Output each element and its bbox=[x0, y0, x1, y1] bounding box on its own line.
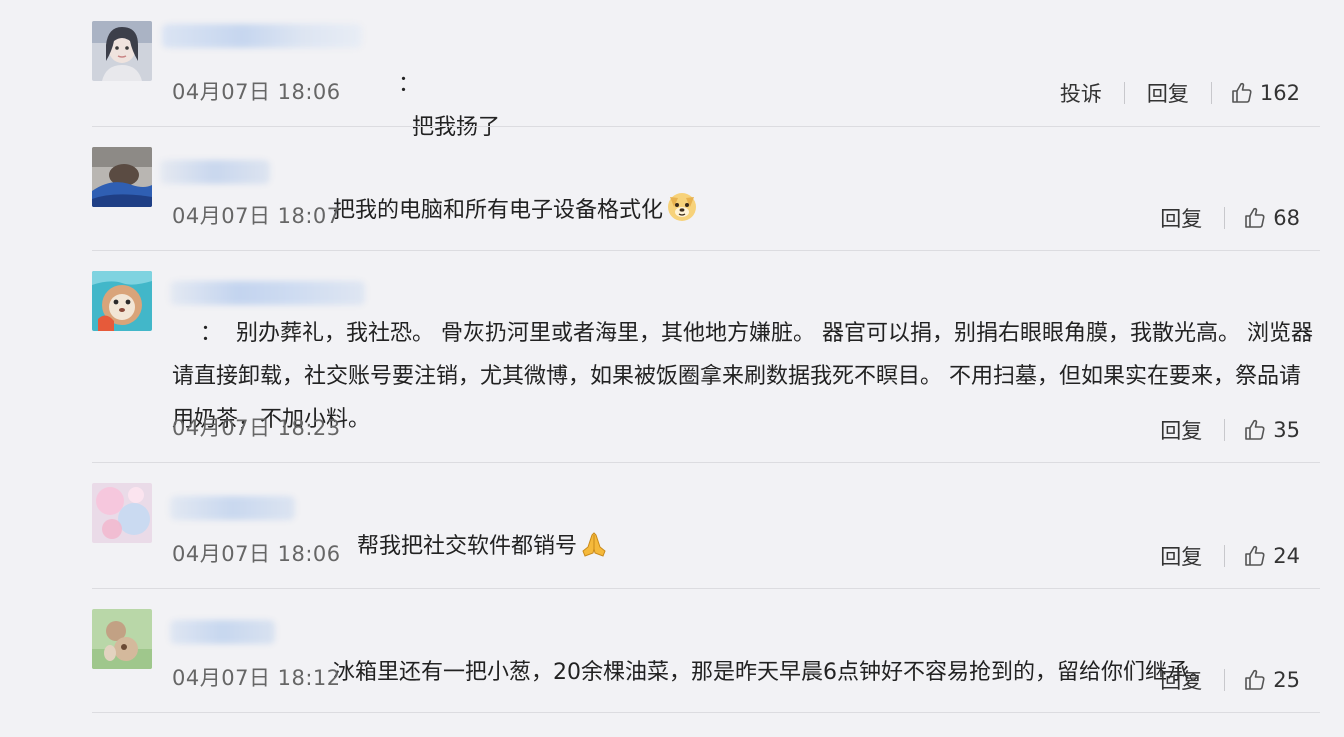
username-redacted bbox=[170, 620, 275, 644]
comment-time: 04月07日 18:07 bbox=[172, 204, 341, 228]
divider bbox=[92, 250, 1320, 251]
comment-actions: 回复 68 bbox=[1156, 203, 1300, 233]
thumbs-up-icon bbox=[1245, 545, 1265, 566]
comment-body: 把我扬了 bbox=[411, 115, 500, 140]
action-divider bbox=[1224, 207, 1226, 229]
comment-text: 冰箱里还有一把小葱，20余棵油菜，那是昨天早晨6点钟好不容易抢到的，留给你们继承… bbox=[305, 608, 1211, 737]
action-divider bbox=[1224, 419, 1226, 441]
avatar[interactable] bbox=[92, 483, 152, 543]
comment-time: 04月07日 18:06 bbox=[172, 80, 341, 104]
dog-face-icon bbox=[665, 189, 699, 238]
like-count: 68 bbox=[1273, 206, 1300, 230]
action-divider bbox=[1224, 545, 1226, 567]
divider bbox=[92, 712, 1320, 713]
like-button[interactable]: 25 bbox=[1243, 668, 1300, 692]
action-divider bbox=[1224, 669, 1226, 691]
comment-time: 04月07日 18:23 bbox=[172, 416, 341, 440]
like-button[interactable]: 162 bbox=[1230, 81, 1300, 105]
username-redacted bbox=[162, 24, 362, 48]
reply-button[interactable]: 回复 bbox=[1156, 541, 1206, 571]
thumbs-up-icon bbox=[1232, 82, 1252, 103]
avatar[interactable] bbox=[92, 21, 152, 81]
username-redacted bbox=[170, 496, 295, 520]
thumbs-up-icon bbox=[1245, 669, 1265, 690]
like-count: 25 bbox=[1273, 668, 1300, 692]
avatar[interactable] bbox=[92, 271, 152, 331]
like-button[interactable]: 24 bbox=[1243, 544, 1300, 568]
comment-actions: 回复 35 bbox=[1156, 415, 1300, 445]
like-count: 24 bbox=[1273, 544, 1300, 568]
avatar[interactable] bbox=[92, 609, 152, 669]
comment-actions: 回复 25 bbox=[1156, 665, 1300, 695]
divider bbox=[92, 126, 1320, 127]
thumbs-up-icon bbox=[1245, 207, 1265, 228]
reply-button[interactable]: 回复 bbox=[1156, 203, 1206, 233]
comment-body: 把我的电脑和所有电子设备格式化 bbox=[332, 198, 663, 223]
action-divider bbox=[1123, 82, 1125, 104]
comment-body: 帮我把社交软件都销号 bbox=[356, 534, 577, 559]
thumbs-up-icon bbox=[1245, 419, 1265, 440]
comment-body: 别办葬礼，我社恐。 骨灰扔河里或者海里，其他地方嫌脏。 器官可以捐，别捐右眼眼角… bbox=[172, 321, 1313, 432]
username-redacted bbox=[160, 160, 270, 184]
report-button[interactable]: 投诉 bbox=[1056, 78, 1106, 108]
folded-hands-icon bbox=[579, 529, 609, 574]
reply-button[interactable]: 回复 bbox=[1143, 78, 1193, 108]
comment-text: 把我的电脑和所有电子设备格式化 bbox=[305, 146, 699, 281]
comment-text: ：别办葬礼，我社恐。 骨灰扔河里或者海里，其他地方嫌脏。 器官可以捐，别捐右眼眼… bbox=[172, 269, 1322, 484]
comment-time: 04月07日 18:06 bbox=[172, 542, 341, 566]
comment-time: 04月07日 18:12 bbox=[172, 666, 341, 690]
like-count: 162 bbox=[1259, 81, 1300, 105]
like-button[interactable]: 68 bbox=[1243, 206, 1300, 230]
avatar[interactable] bbox=[92, 147, 152, 207]
divider bbox=[92, 462, 1320, 463]
reply-button[interactable]: 回复 bbox=[1156, 415, 1206, 445]
comment-text: 帮我把社交软件都销号 bbox=[329, 482, 609, 617]
divider bbox=[92, 588, 1320, 589]
comment-body: 冰箱里还有一把小葱，20余棵油菜，那是昨天早晨6点钟好不容易抢到的，留给你们继承… bbox=[332, 660, 1211, 685]
like-count: 35 bbox=[1273, 418, 1300, 442]
comment-actions: 回复 24 bbox=[1156, 541, 1300, 571]
comment-colon: ： bbox=[199, 321, 222, 346]
like-button[interactable]: 35 bbox=[1243, 418, 1300, 442]
comment-actions: 投诉 回复 162 bbox=[1056, 78, 1300, 108]
reply-button[interactable]: 回复 bbox=[1156, 665, 1206, 695]
action-divider bbox=[1210, 82, 1212, 104]
comment-colon: ： bbox=[397, 72, 420, 97]
